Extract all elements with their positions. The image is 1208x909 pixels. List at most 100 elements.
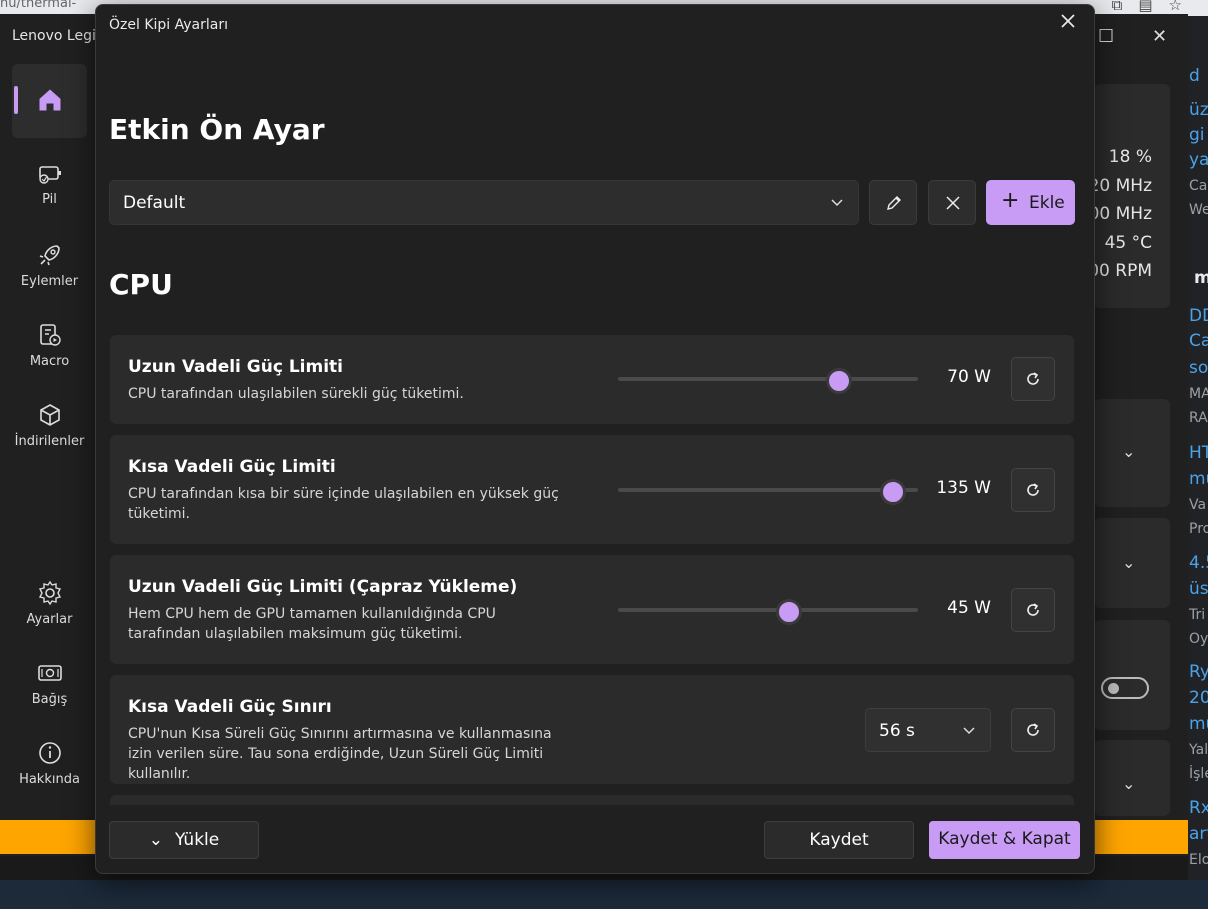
browser-text[interactable]: 4.5 — [1189, 553, 1208, 573]
browser-bottom — [0, 880, 1208, 909]
custom-mode-dialog: Özel Kipi Ayarları Etkin Ön Ayar Default… — [95, 4, 1095, 874]
slider-value: 45 W — [947, 598, 991, 618]
browser-text: m — [1194, 268, 1208, 288]
battery-icon — [38, 166, 61, 184]
add-label: Ekle — [1029, 193, 1065, 213]
pencil-icon — [887, 196, 901, 210]
sidebar-item-label: Hakkında — [19, 772, 80, 787]
browser-text[interactable]: üs — [1189, 579, 1208, 599]
setting-card: Uzun Vadeli Güç Limiti (Çapraz Yükleme) … — [110, 555, 1074, 664]
browser-text: Va — [1189, 497, 1207, 513]
dialog-close-button[interactable] — [1054, 7, 1082, 35]
preset-heading: Etkin Ön Ayar — [109, 113, 325, 146]
browser-text[interactable]: 20 — [1189, 688, 1208, 708]
slider-thumb[interactable] — [880, 479, 907, 505]
tau-select[interactable]: 56 s — [865, 708, 991, 752]
sidebar-item-actions[interactable]: Eylemler — [12, 242, 87, 289]
toggle-switch[interactable] — [1101, 677, 1149, 699]
info-icon — [38, 742, 61, 764]
slider-track[interactable] — [618, 377, 918, 381]
gear-icon — [38, 580, 61, 606]
chevron-down-icon[interactable]: ⌄ — [1122, 774, 1135, 793]
browser-text[interactable]: gi — [1189, 125, 1205, 145]
browser-url[interactable]: nu/thermal- — [0, 0, 76, 11]
settings-list[interactable]: Uzun Vadeli Güç Limiti CPU tarafından ul… — [96, 325, 1094, 805]
load-button[interactable]: ⌄ Yükle — [109, 821, 259, 859]
browser-text[interactable]: Ca — [1189, 331, 1208, 351]
maximize-icon[interactable]: ☐ — [1098, 26, 1114, 47]
browser-text: Ca — [1189, 178, 1208, 194]
browser-text[interactable]: Rx — [1189, 798, 1208, 818]
chevron-down-icon[interactable]: ⌄ — [1122, 442, 1135, 461]
browser-text[interactable]: mu — [1189, 469, 1208, 489]
dialog-title: Özel Kipi Ayarları — [109, 17, 228, 33]
sidebar-item-macro[interactable]: Macro — [12, 322, 87, 369]
refresh-icon — [1027, 603, 1039, 616]
browser-text: Tri — [1189, 607, 1206, 623]
chevron-down-icon: ⌄ — [148, 830, 163, 850]
setting-title: Uzun Vadeli Güç Limiti — [128, 357, 343, 377]
slider-value: 70 W — [947, 367, 991, 387]
sidebar-item-battery[interactable]: Pil — [12, 162, 87, 207]
reset-button[interactable] — [1011, 357, 1055, 401]
slider-thumb[interactable] — [826, 368, 853, 394]
reset-button[interactable] — [1011, 468, 1055, 512]
browser-text[interactable]: HT — [1189, 443, 1208, 463]
browser-text[interactable]: Ry — [1189, 662, 1208, 682]
preset-value: Default — [123, 193, 186, 213]
reset-button[interactable] — [1011, 708, 1055, 752]
browser-text: RA — [1189, 410, 1208, 426]
tau-value: 56 s — [879, 721, 915, 741]
refresh-icon — [1027, 723, 1039, 736]
setting-card: Kısa Vadeli Güç Sınırı CPU'nun Kısa Süre… — [110, 675, 1074, 784]
browser-text: MA — [1189, 386, 1208, 402]
close-window-icon[interactable]: ✕ — [1152, 26, 1167, 47]
browser-page-right: d üz gi ya Ca We m DD Ca so MA RA HT mu Va Pro 4.5 üs Tri O… — [1188, 16, 1208, 909]
edit-preset-button[interactable] — [869, 180, 917, 225]
slider-thumb[interactable] — [776, 599, 802, 625]
package-icon — [39, 404, 60, 426]
load-label: Yükle — [175, 830, 220, 850]
sidebar-item-downloads[interactable]: İndirilenler — [12, 402, 87, 449]
browser-text: Elo — [1189, 852, 1208, 868]
sidebar-item-label: Ayarlar — [26, 612, 73, 627]
browser-text[interactable]: d — [1189, 66, 1200, 86]
sidebar-item-label: Pil — [42, 192, 57, 207]
money-icon — [37, 665, 62, 681]
reset-button[interactable] — [1011, 588, 1055, 632]
save-close-button[interactable]: Kaydet & Kapat — [929, 821, 1080, 859]
sidebar-item-about[interactable]: Hakkında — [12, 740, 87, 787]
sidebar-item-home[interactable] — [12, 64, 87, 138]
slider-track[interactable] — [618, 608, 918, 612]
browser-text[interactable]: DD — [1189, 306, 1208, 326]
setting-desc: Hem CPU hem de GPU tamamen kullanıldığın… — [128, 606, 496, 642]
sidebar-item-donate[interactable]: Bağış — [12, 660, 87, 707]
app-title: Lenovo Legio — [12, 28, 105, 44]
close-icon — [946, 196, 960, 210]
browser-text[interactable]: mu — [1189, 714, 1208, 734]
browser-text: İşle — [1189, 766, 1208, 782]
setting-title: Kısa Vadeli Güç Limiti — [128, 457, 336, 477]
slider-track[interactable] — [618, 488, 918, 492]
browser-text[interactable]: ya — [1189, 150, 1208, 170]
browser-text: We — [1189, 202, 1208, 218]
home-icon — [39, 89, 60, 111]
sidebar-item-label: Macro — [29, 354, 70, 369]
settings-card — [1094, 620, 1170, 730]
setting-desc: CPU tarafından kısa bir süre içinde ulaş… — [128, 486, 559, 522]
refresh-icon — [1027, 483, 1039, 496]
rocket-icon — [39, 245, 60, 266]
sidebar-item-settings[interactable]: Ayarlar — [12, 580, 87, 627]
setting-title: Uzun Vadeli Güç Limiti (Çapraz Yükleme) — [128, 577, 518, 597]
browser-text: Oy — [1189, 631, 1208, 647]
sidebar-item-label: İndirilenler — [14, 434, 85, 449]
browser-text[interactable]: üz — [1189, 100, 1208, 120]
browser-text[interactable]: so — [1189, 358, 1208, 378]
chevron-down-icon[interactable]: ⌄ — [1122, 553, 1135, 572]
delete-preset-button[interactable] — [928, 180, 976, 225]
preset-select[interactable]: Default — [109, 180, 859, 225]
browser-text[interactable]: art — [1189, 824, 1208, 844]
sidebar-item-label: Eylemler — [20, 274, 79, 289]
save-button[interactable]: Kaydet — [764, 821, 914, 859]
add-preset-button[interactable]: + Ekle — [986, 180, 1075, 225]
